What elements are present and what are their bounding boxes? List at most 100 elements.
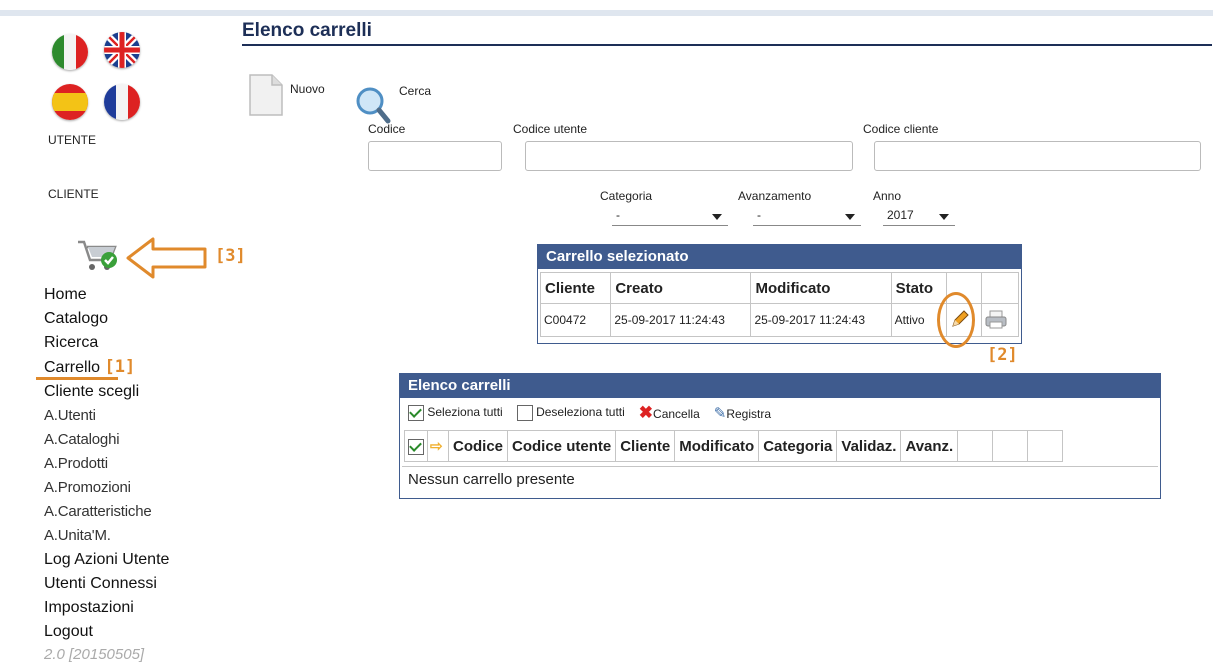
annotation-3: [3]: [215, 246, 246, 266]
nav-carrello[interactable]: Carrello [1]: [36, 355, 244, 380]
categoria-label: Categoria: [600, 189, 653, 203]
nav-logout[interactable]: Logout: [44, 620, 244, 644]
nav-a-promozioni[interactable]: A.Promozioni: [44, 476, 244, 500]
deselect-all-label: Deseleziona tutti: [536, 405, 625, 420]
categoria-value: -: [616, 208, 620, 222]
annotation-1: [1]: [104, 357, 136, 377]
delete-action[interactable]: ✖Cancella: [639, 403, 700, 423]
version-label: 2.0 [20150505]: [44, 646, 145, 663]
col-categoria: Categoria: [758, 430, 838, 462]
search-icon[interactable]: [354, 86, 392, 126]
select-all-label: Seleziona tutti: [427, 405, 503, 420]
cart-list-panel: Elenco carrelli Seleziona tutti Deselezi…: [399, 373, 1161, 499]
col-extra-3: [1027, 430, 1064, 462]
cart-list-title: Elenco carrelli: [400, 374, 1160, 398]
cart-list-table: ⇨ Codice Codice utente Cliente Modificat…: [404, 430, 1064, 462]
cell-modificato: 25-09-2017 11:24:43: [750, 303, 892, 337]
nav-carrello-label: Carrello: [44, 359, 101, 376]
sidebar-nav: Home Catalogo Ricerca Carrello [1] Clien…: [36, 283, 244, 666]
nav-a-unita-m[interactable]: A.Unita'M.: [44, 524, 244, 548]
codice-input[interactable]: [368, 141, 502, 171]
new-document-icon[interactable]: [248, 73, 284, 117]
new-button[interactable]: Nuovo: [290, 82, 325, 96]
cell-cliente: C00472: [539, 303, 612, 337]
nav-impostazioni[interactable]: Impostazioni: [44, 596, 244, 620]
header-arrow[interactable]: ⇨: [427, 430, 449, 462]
nav-a-prodotti[interactable]: A.Prodotti: [44, 452, 244, 476]
annotation-underline: [36, 377, 118, 380]
deselect-all-action[interactable]: Deseleziona tutti: [516, 405, 625, 421]
flag-spain-icon[interactable]: [52, 84, 88, 120]
col-codice-utente: Codice utente: [507, 430, 617, 462]
codice-utente-input[interactable]: [525, 141, 853, 171]
red-x-icon: ✖: [638, 403, 654, 422]
empty-message: Nessun carrello presente: [402, 466, 1158, 492]
categoria-select[interactable]: -: [612, 206, 728, 226]
register-action[interactable]: ✎Registra: [714, 404, 771, 422]
print-cell: [981, 303, 1019, 337]
cart-list-actions: Seleziona tutti Deseleziona tutti ✖Cance…: [400, 398, 1160, 428]
col-codice: Codice: [447, 430, 509, 462]
chevron-down-icon: [845, 214, 855, 220]
col-cliente: Cliente: [539, 272, 612, 304]
client-label: CLIENTE: [48, 187, 99, 201]
col-modificato: Modificato: [750, 272, 892, 304]
printer-icon[interactable]: [985, 310, 1007, 332]
nav-cliente-scegli[interactable]: Cliente scegli: [44, 380, 244, 404]
select-all-action[interactable]: Seleziona tutti: [408, 405, 503, 421]
table-row: C00472 25-09-2017 11:24:43 25-09-2017 11…: [539, 292, 1019, 348]
nav-a-utenti[interactable]: A.Utenti: [44, 404, 244, 428]
selected-cart-panel: Carrello selezionato Cliente Creato Modi…: [537, 244, 1022, 348]
nav-ricerca[interactable]: Ricerca: [44, 331, 244, 355]
edit-cell: [937, 292, 982, 348]
annotation-arrow-icon: [125, 236, 209, 280]
nav-a-cataloghi[interactable]: A.Cataloghi: [44, 428, 244, 452]
col-extra-1: [957, 430, 994, 462]
checkbox-checked-icon: [408, 405, 424, 421]
anno-value: 2017: [887, 208, 914, 222]
register-icon: ✎: [713, 405, 727, 422]
nav-log-azioni-utente[interactable]: Log Azioni Utente: [44, 548, 244, 572]
annotation-2: [2]: [987, 345, 1018, 365]
avanzamento-label: Avanzamento: [738, 189, 812, 203]
search-button[interactable]: Cerca: [399, 84, 431, 98]
nav-utenti-connessi[interactable]: Utenti Connessi: [44, 572, 244, 596]
header-checkbox[interactable]: [404, 430, 428, 462]
codice-label: Codice: [368, 122, 406, 136]
chevron-down-icon: [939, 214, 949, 220]
col-print: [981, 272, 1019, 304]
anno-label: Anno: [873, 189, 902, 203]
cart-icon[interactable]: [76, 236, 120, 274]
nav-catalogo[interactable]: Catalogo: [44, 307, 244, 331]
delete-label: Cancella: [653, 407, 700, 421]
register-label: Registra: [726, 407, 772, 421]
annotation-circle: [937, 292, 975, 348]
user-label: UTENTE: [48, 133, 96, 147]
avanzamento-value: -: [757, 208, 761, 222]
selected-cart-title: Carrello selezionato: [538, 245, 1021, 269]
col-validaz: Validaz.: [836, 430, 902, 462]
col-cliente: Cliente: [615, 430, 676, 462]
title-divider: [242, 44, 1212, 46]
flag-france-icon[interactable]: [104, 84, 140, 120]
anno-select[interactable]: 2017: [883, 206, 955, 226]
codice-cliente-input[interactable]: [874, 141, 1201, 171]
codice-utente-label: Codice utente: [513, 122, 588, 136]
checkbox-empty-icon: [516, 405, 533, 421]
chevron-down-icon: [712, 214, 722, 220]
col-stato: Stato: [890, 272, 948, 304]
col-extra-2: [992, 430, 1029, 462]
avanzamento-select[interactable]: -: [753, 206, 861, 226]
codice-cliente-label: Codice cliente: [863, 122, 939, 136]
col-creato: Creato: [610, 272, 752, 304]
top-bar: [0, 10, 1213, 16]
checkbox-checked-icon: [408, 438, 424, 455]
flag-uk-icon[interactable]: [104, 32, 140, 68]
arrow-right-icon: ⇨: [430, 438, 443, 455]
cell-creato: 25-09-2017 11:24:43: [610, 303, 752, 337]
nav-a-caratteristiche[interactable]: A.Caratteristiche: [44, 500, 244, 524]
page-title: Elenco carrelli: [242, 20, 372, 41]
nav-home[interactable]: Home: [44, 283, 244, 307]
flag-italy-icon[interactable]: [52, 34, 88, 70]
selected-cart-table: Cliente Creato Modificato Stato C00472 2…: [539, 272, 1019, 348]
